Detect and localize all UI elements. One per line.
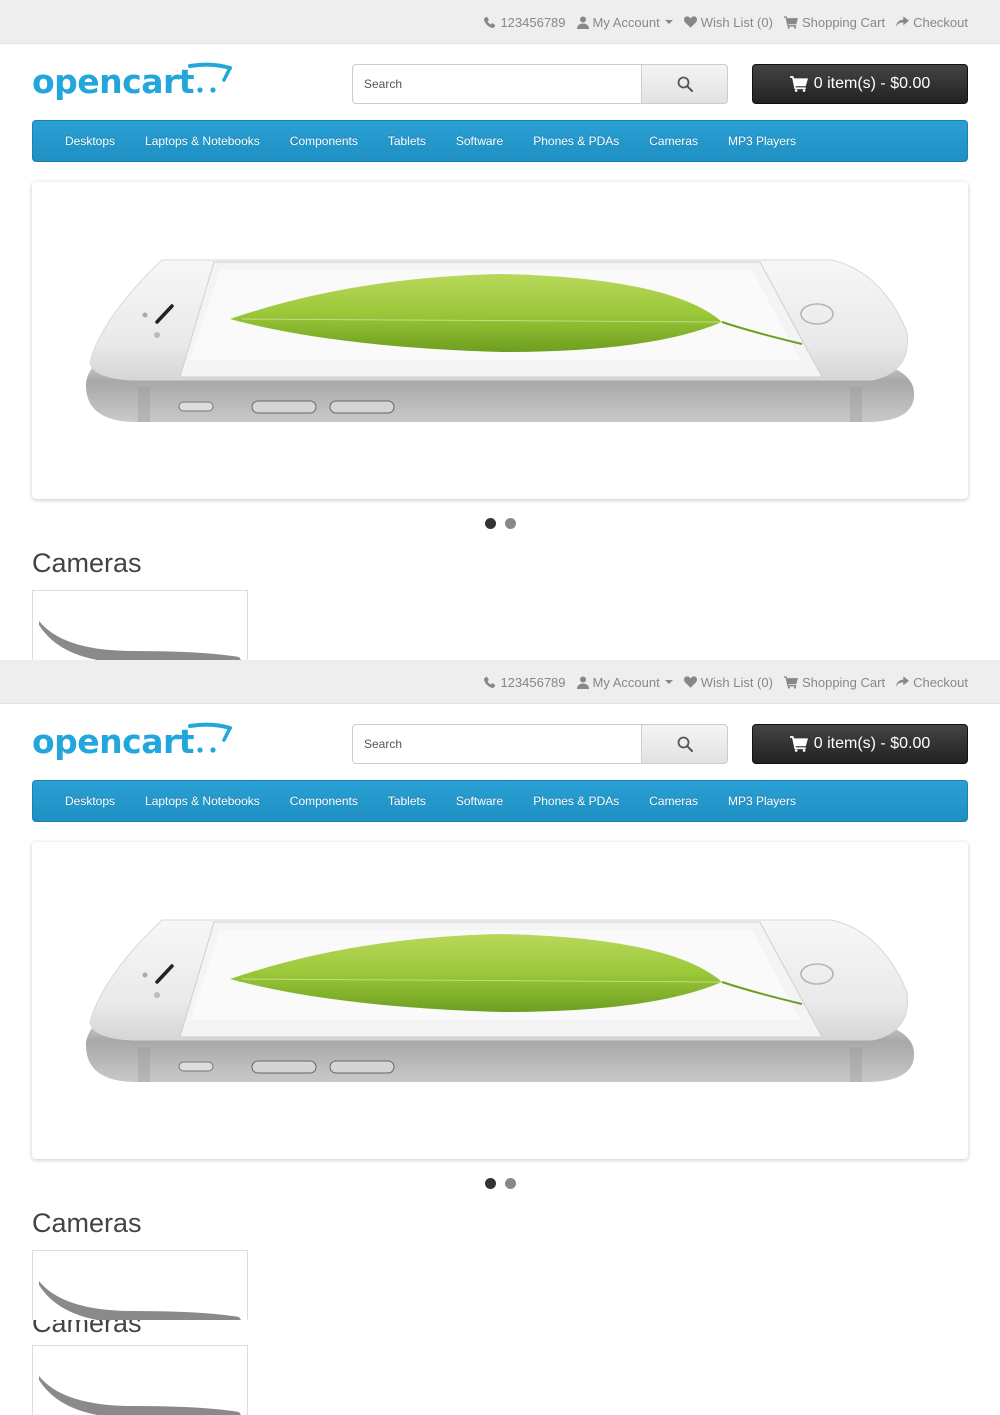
search-bar <box>352 724 728 764</box>
menu-item-phones[interactable]: Phones & PDAs <box>518 134 634 148</box>
cart-icon <box>789 736 808 752</box>
checkout-label: Checkout <box>913 14 968 30</box>
my-account-dropdown[interactable]: My Account <box>576 674 673 690</box>
top-bar: 123456789 My Account Wish List (0) Shopp… <box>0 0 1000 44</box>
heart-icon <box>683 676 697 688</box>
phone-number: 123456789 <box>500 674 566 690</box>
page-frame: 123456789 My Account Wish List (0) Shopp… <box>0 0 1000 660</box>
checkout-link[interactable]: Checkout <box>896 15 968 30</box>
slideshow-pagination <box>0 1178 1000 1189</box>
opencart-logo[interactable]: opencart <box>32 60 236 111</box>
main-menu: Desktops Laptops & Notebooks Components … <box>32 780 968 822</box>
featured-category-title: Cameras <box>32 1320 142 1338</box>
logo-text: opencart <box>32 62 195 101</box>
phone-icon <box>484 676 496 688</box>
cart-button[interactable]: 0 item(s) - $0.00 <box>752 64 968 104</box>
cart-icon <box>789 76 808 92</box>
heart-icon <box>683 16 697 28</box>
page-frame: 123456789 My Account Wish List (0) Shopp… <box>0 660 1000 1320</box>
share-icon <box>896 676 910 687</box>
menu-item-cameras[interactable]: Cameras <box>634 794 713 808</box>
site-header: opencart 0 item(s) - $0.00 <box>0 704 1000 780</box>
cart-icon <box>783 15 798 29</box>
slideshow-banner[interactable] <box>32 182 968 499</box>
logo-text: opencart <box>32 722 195 761</box>
slideshow-pagination <box>0 518 1000 529</box>
slide-dot-1[interactable] <box>484 1178 496 1189</box>
shopping-cart-label: Shopping Cart <box>801 14 886 30</box>
featured-category-title: Cameras <box>32 548 142 578</box>
phone-icon <box>484 16 496 28</box>
product-thumbnail[interactable] <box>32 590 248 660</box>
checkout-link[interactable]: Checkout <box>896 675 968 690</box>
wish-list-label: Wish List (0) <box>700 14 773 30</box>
search-button[interactable] <box>641 64 728 104</box>
cart-total: 0 item(s) - $0.00 <box>813 735 931 752</box>
search-input[interactable] <box>352 724 641 764</box>
menu-item-tablets[interactable]: Tablets <box>373 134 441 148</box>
slideshow-banner[interactable] <box>32 842 968 1159</box>
menu-item-cameras[interactable]: Cameras <box>634 134 713 148</box>
my-account-dropdown[interactable]: My Account <box>576 14 673 30</box>
menu-item-mp3[interactable]: MP3 Players <box>713 794 811 808</box>
phone-number: 123456789 <box>500 14 566 30</box>
my-account-label: My Account <box>592 14 660 30</box>
menu-item-laptops[interactable]: Laptops & Notebooks <box>130 794 275 808</box>
cart-button[interactable]: 0 item(s) - $0.00 <box>752 724 968 764</box>
menu-item-desktops[interactable]: Desktops <box>50 794 130 808</box>
user-icon <box>576 16 589 29</box>
product-image <box>39 621 241 660</box>
share-icon <box>896 16 910 27</box>
main-menu: Desktops Laptops & Notebooks Components … <box>32 120 968 162</box>
page-frame: Cameras <box>0 1320 1000 1415</box>
caret-down-icon <box>664 680 673 684</box>
opencart-logo[interactable]: opencart <box>32 720 236 771</box>
menu-item-mp3[interactable]: MP3 Players <box>713 134 811 148</box>
phone-link[interactable]: 123456789 <box>483 14 566 30</box>
menu-item-phones[interactable]: Phones & PDAs <box>518 794 634 808</box>
cart-icon <box>783 675 798 689</box>
menu-item-desktops[interactable]: Desktops <box>50 134 130 148</box>
search-button[interactable] <box>641 724 728 764</box>
shopping-cart-link[interactable]: Shopping Cart <box>783 674 886 690</box>
search-icon <box>677 76 693 92</box>
slide-dot-2[interactable] <box>504 518 516 529</box>
top-bar: 123456789 My Account Wish List (0) Shopp… <box>0 660 1000 704</box>
search-input[interactable] <box>352 64 641 104</box>
iphone-banner-image <box>85 259 915 422</box>
shopping-cart-link[interactable]: Shopping Cart <box>783 14 886 30</box>
menu-item-components[interactable]: Components <box>275 134 373 148</box>
featured-category-title: Cameras <box>32 1208 142 1238</box>
product-image <box>39 1376 241 1415</box>
menu-item-tablets[interactable]: Tablets <box>373 794 441 808</box>
site-header: opencart 0 item(s) - $0.00 <box>0 44 1000 120</box>
slide-dot-2[interactable] <box>504 1178 516 1189</box>
search-icon <box>677 736 693 752</box>
checkout-label: Checkout <box>913 674 968 690</box>
wish-list-link[interactable]: Wish List (0) <box>683 674 773 690</box>
product-thumbnail[interactable] <box>32 1250 248 1320</box>
wish-list-label: Wish List (0) <box>700 674 773 690</box>
search-bar <box>352 64 728 104</box>
menu-item-components[interactable]: Components <box>275 794 373 808</box>
shopping-cart-label: Shopping Cart <box>801 674 886 690</box>
menu-item-laptops[interactable]: Laptops & Notebooks <box>130 134 275 148</box>
phone-link[interactable]: 123456789 <box>483 674 566 690</box>
user-icon <box>576 676 589 689</box>
menu-item-software[interactable]: Software <box>441 134 518 148</box>
cart-total: 0 item(s) - $0.00 <box>813 75 931 92</box>
my-account-label: My Account <box>592 674 660 690</box>
wish-list-link[interactable]: Wish List (0) <box>683 14 773 30</box>
product-image <box>39 1281 241 1320</box>
slide-dot-1[interactable] <box>484 518 496 529</box>
menu-item-software[interactable]: Software <box>441 794 518 808</box>
caret-down-icon <box>664 20 673 24</box>
product-thumbnail[interactable] <box>32 1345 248 1415</box>
iphone-banner-image <box>85 919 915 1082</box>
